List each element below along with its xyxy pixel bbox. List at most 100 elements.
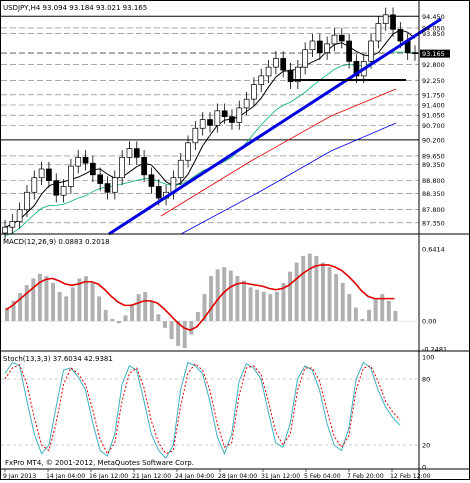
chart-canvas[interactable]: 94.45094.05093.85093.20093.16592.80092.2… [1, 1, 469, 480]
candle-body [207, 119, 213, 126]
macd-bar [130, 304, 135, 322]
macd-bar [255, 289, 260, 322]
candle-body [31, 177, 38, 193]
macd-bar [189, 321, 194, 335]
macd-bar [215, 269, 220, 322]
time-tick-label: 9 Jan 2013 [3, 473, 36, 479]
price-tick-label: 91.050 [422, 112, 445, 120]
time-tick-label: 28 Jan 04:00 [218, 473, 257, 479]
price-tick-label: 90.700 [422, 122, 445, 130]
stoch-main-line [4, 361, 401, 460]
macd-bar [103, 309, 108, 322]
candle-body [75, 157, 82, 167]
macd-bar [386, 300, 391, 322]
macd-bar [156, 314, 161, 322]
macd-panel[interactable]: 0.6414 0.00 -0.2481 [1, 246, 447, 354]
stochastic-panel[interactable]: 100 80 20 0 [1, 354, 434, 472]
candle-body [331, 34, 338, 45]
stoch-signal-line [4, 362, 401, 455]
macd-bar [373, 298, 378, 322]
time-tick-label: 5 Feb 04:00 [304, 473, 341, 479]
candle-body [412, 52, 418, 55]
candle-body [324, 43, 330, 53]
macd-bar [393, 310, 398, 322]
macd-bar [143, 291, 148, 322]
candle-body [199, 119, 206, 129]
candle-body [133, 148, 140, 158]
price-tick-label: 87.800 [422, 206, 445, 214]
candle-body [258, 75, 265, 85]
candle-body [214, 110, 221, 126]
candle-body [148, 174, 155, 187]
candle-body [273, 58, 279, 68]
stoch-tick-label: 20 [422, 442, 430, 450]
macd-bar [44, 276, 49, 322]
candle-body [119, 157, 125, 179]
candle-body [390, 14, 396, 30]
candle-body [243, 98, 250, 109]
price-tick-label: 87.350 [422, 219, 445, 227]
price-tick-label: 92.800 [422, 61, 445, 69]
price-axis: 94.45094.05093.85093.20093.16592.80092.2… [420, 13, 450, 227]
candle-body [90, 162, 96, 176]
candle-body [265, 66, 272, 77]
candle-body [177, 159, 184, 179]
candle-body [68, 165, 74, 187]
stoch-label: Stoch(13,3,3) 37.6034 42.9381 [3, 355, 113, 363]
macd-bar [182, 321, 187, 349]
candle-body [155, 186, 162, 199]
macd-bar [340, 282, 345, 322]
macd-bar [64, 296, 69, 322]
time-tick-label: 12 Feb 12:00 [390, 473, 431, 479]
time-tick-label: 16 Jan 12:00 [89, 473, 128, 479]
stoch-tick-label: 100 [422, 354, 434, 362]
macd-bar [51, 282, 56, 322]
time-axis: 9 Jan 2013 14 Jan 04:00 16 Jan 12:00 21 Jan… [3, 469, 431, 480]
price-tick-label: 92.250 [422, 77, 445, 85]
candle-body [229, 116, 235, 123]
stoch-tick-label: 80 [422, 376, 430, 384]
candle-body [185, 142, 191, 161]
macd-bar [57, 291, 62, 322]
price-tick-label: 89.650 [422, 152, 445, 160]
macd-bar [110, 318, 115, 322]
candle-body [236, 107, 243, 123]
price-tick-label: 94.450 [422, 13, 445, 21]
candle-body [2, 226, 8, 234]
macd-label: MACD(12,26,9) 0.0883 0.2018 [3, 238, 110, 246]
candle-body [346, 40, 352, 62]
price-chart-window[interactable]: 94.45094.05093.85093.20093.16592.80092.2… [0, 0, 470, 480]
macd-bar [70, 287, 75, 322]
candle-body [9, 221, 16, 228]
candle-body [316, 40, 323, 53]
macd-bar [31, 278, 36, 322]
candle-body [16, 209, 23, 222]
macd-bar [116, 321, 121, 324]
time-tick-label: 24 Jan 04:00 [175, 473, 214, 479]
time-tick-label: 7 Feb 20:00 [347, 473, 384, 479]
candle-body [221, 110, 228, 117]
macd-bar [307, 253, 312, 322]
macd-bar [301, 255, 306, 322]
candle-body [60, 186, 67, 196]
candle-body [104, 183, 111, 193]
macd-bar [209, 276, 214, 322]
candle-body [97, 174, 104, 184]
watermark: FxPro MT4, © 2001-2012, MetaQuotes Softw… [5, 459, 194, 467]
candle-body [192, 127, 199, 144]
macd-bar [242, 280, 246, 322]
macd-bar [163, 321, 167, 328]
candle-body [287, 69, 294, 83]
candle-body [382, 14, 389, 24]
macd-tick-label: 0.00 [422, 318, 436, 326]
candle-body [24, 191, 30, 211]
macd-bar [248, 287, 253, 322]
time-tick-label: 21 Jan 12:00 [132, 473, 171, 479]
candle-body [251, 84, 257, 100]
macd-bar [169, 321, 174, 340]
macd-bar [228, 270, 233, 322]
price-tick-label: 90.200 [422, 136, 445, 144]
macd-bar [195, 312, 200, 322]
price-tick-label: 88.800 [422, 177, 445, 185]
price-tick-label: 93.850 [422, 30, 445, 38]
